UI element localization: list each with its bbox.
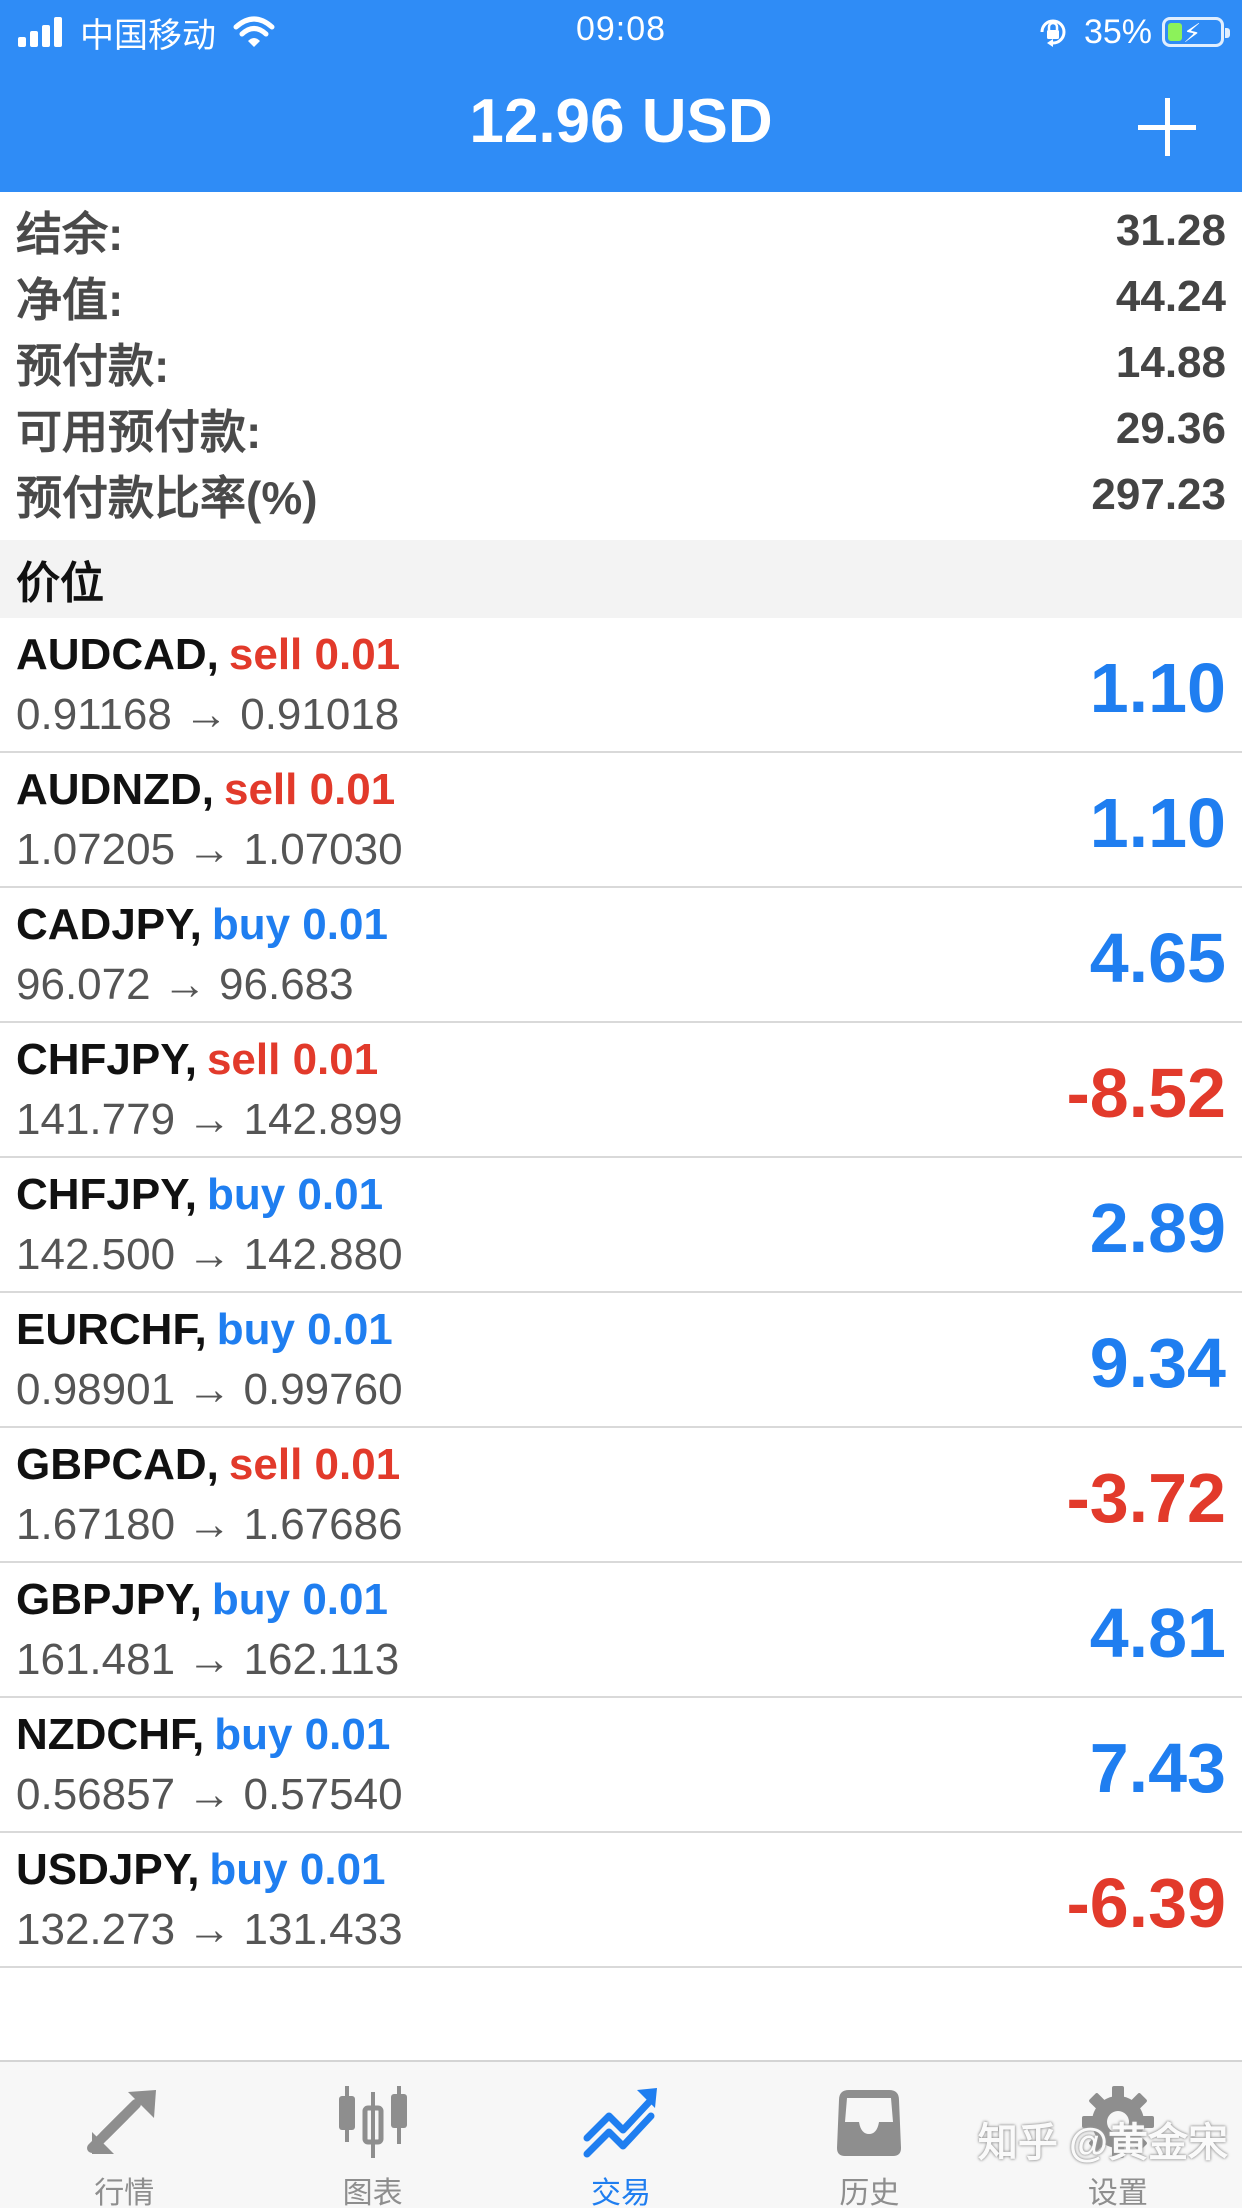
position-prices: 141.779 → 142.899	[16, 1095, 403, 1144]
position-row[interactable]: AUDNZD, sell 0.01 1.07205 → 1.07030 1.10	[0, 753, 1242, 888]
tab-quotes[interactable]: 行情	[0, 2062, 248, 2208]
position-prices: 161.481 → 162.113	[16, 1635, 400, 1684]
position-side: buy 0.01	[211, 1575, 388, 1624]
position-row[interactable]: GBPJPY, buy 0.01 161.481 → 162.113 4.81	[0, 1563, 1242, 1698]
position-prices: 142.500 → 142.880	[16, 1230, 403, 1279]
position-symbol: GBPCAD,	[16, 1440, 219, 1489]
position-profit: 2.89	[1089, 1189, 1226, 1267]
quotes-arrows-icon	[87, 2090, 157, 2154]
position-side: sell 0.01	[228, 630, 401, 679]
watermark-text: 知乎 @黄金宋	[977, 2121, 1228, 2165]
position-symbol: AUDCAD,	[16, 630, 219, 679]
battery-fill	[1168, 23, 1182, 41]
summary-row: 可用预付款: 29.36	[0, 396, 1242, 462]
position-side: sell 0.01	[228, 1440, 401, 1489]
summary-row: 净值: 44.24	[0, 264, 1242, 330]
position-prices: 0.98901 → 0.99760	[16, 1365, 403, 1414]
position-row[interactable]: CHFJPY, buy 0.01 142.500 → 142.880 2.89	[0, 1158, 1242, 1293]
position-prices: 1.67180 → 1.67686	[16, 1500, 403, 1549]
position-row[interactable]: GBPCAD, sell 0.01 1.67180 → 1.67686 -3.72	[0, 1428, 1242, 1563]
position-row[interactable]: NZDCHF, buy 0.01 0.56857 → 0.57540 7.43	[0, 1698, 1242, 1833]
summary-value: 297.23	[1091, 470, 1226, 519]
positions-list: AUDCAD, sell 0.01 0.91168 → 0.91018 1.10 …	[0, 618, 1242, 1968]
position-profit: 1.10	[1089, 649, 1226, 727]
tab-history[interactable]: 历史	[745, 2062, 993, 2208]
position-symbol: NZDCHF,	[16, 1710, 205, 1759]
position-prices: 0.56857 → 0.57540	[16, 1770, 403, 1819]
summary-row: 结余: 31.28	[0, 198, 1242, 264]
position-symbol: CHFJPY,	[16, 1035, 197, 1084]
position-row[interactable]: CADJPY, buy 0.01 96.072 → 96.683 4.65	[0, 888, 1242, 1023]
position-side: sell 0.01	[223, 765, 396, 814]
tab-label: 行情	[94, 2177, 155, 2208]
position-symbol: AUDNZD,	[16, 765, 214, 814]
position-side: sell 0.01	[206, 1035, 379, 1084]
header: 中国移动 09:08 35% ⚡ 12.96 USD	[0, 0, 1242, 192]
position-row[interactable]: USDJPY, buy 0.01 132.273 → 131.433 -6.39	[0, 1833, 1242, 1968]
summary-label: 净值:	[16, 274, 124, 326]
position-symbol: EURCHF,	[16, 1305, 207, 1354]
summary-label: 可用预付款:	[16, 406, 262, 458]
position-prices: 1.07205 → 1.07030	[16, 825, 403, 874]
position-row[interactable]: EURCHF, buy 0.01 0.98901 → 0.99760 9.34	[0, 1293, 1242, 1428]
position-side: buy 0.01	[209, 1845, 386, 1894]
position-profit: -8.52	[1066, 1054, 1226, 1132]
summary-value: 29.36	[1115, 404, 1226, 453]
position-side: buy 0.01	[214, 1710, 391, 1759]
tab-label: 交易	[591, 2177, 652, 2208]
position-profit: -3.72	[1066, 1459, 1226, 1537]
summary-row: 预付款: 14.88	[0, 330, 1242, 396]
section-header-positions: 价位	[0, 540, 1242, 618]
position-side: buy 0.01	[211, 900, 388, 949]
trade-screen: 中国移动 09:08 35% ⚡ 12.96 USD 结余: 31.28 净值:…	[0, 0, 1242, 2208]
tab-label: 设置	[1087, 2177, 1148, 2208]
position-profit: 4.65	[1089, 919, 1226, 997]
position-side: buy 0.01	[216, 1305, 393, 1354]
position-profit: 1.10	[1089, 784, 1226, 862]
tab-charts[interactable]: 图表	[248, 2062, 496, 2208]
position-symbol: CHFJPY,	[16, 1170, 197, 1219]
position-symbol: CADJPY,	[16, 900, 202, 949]
position-symbol: USDJPY,	[16, 1845, 200, 1894]
tab-trade[interactable]: 交易	[497, 2062, 745, 2208]
battery-percent: 35%	[1083, 12, 1152, 51]
summary-label: 预付款:	[16, 340, 170, 392]
position-profit: 9.34	[1089, 1324, 1226, 1402]
status-bar: 中国移动 09:08 35% ⚡	[0, 0, 1242, 62]
status-right: 35% ⚡	[1036, 10, 1230, 54]
account-summary: 结余: 31.28 净值: 44.24 预付款: 14.88 可用预付款: 29…	[0, 198, 1242, 528]
tab-label: 历史	[839, 2177, 900, 2208]
candlestick-chart-icon	[338, 2086, 407, 2158]
summary-value: 44.24	[1115, 272, 1226, 321]
summary-label: 结余:	[16, 208, 124, 260]
summary-label: 预付款比率(%)	[16, 472, 318, 524]
position-prices: 0.91168 → 0.91018	[16, 690, 400, 739]
summary-row: 预付款比率(%) 297.23	[0, 462, 1242, 528]
position-symbol: GBPJPY,	[16, 1575, 202, 1624]
position-profit: -6.39	[1066, 1864, 1226, 1942]
charging-bolt-icon: ⚡	[1183, 18, 1202, 48]
position-profit: 7.43	[1089, 1729, 1226, 1807]
position-profit: 4.81	[1089, 1594, 1226, 1672]
position-prices: 132.273 → 131.433	[16, 1905, 403, 1954]
trade-trend-icon	[583, 2088, 658, 2158]
position-row[interactable]: AUDCAD, sell 0.01 0.91168 → 0.91018 1.10	[0, 618, 1242, 753]
summary-value: 31.28	[1115, 206, 1226, 255]
history-inbox-icon	[837, 2090, 902, 2156]
page-title: 12.96 USD	[469, 87, 773, 156]
position-side: buy 0.01	[206, 1170, 384, 1219]
tab-label: 图表	[342, 2177, 403, 2208]
battery-icon: ⚡	[1162, 17, 1230, 48]
position-row[interactable]: CHFJPY, sell 0.01 141.779 → 142.899 -8.52	[0, 1023, 1242, 1158]
summary-value: 14.88	[1115, 338, 1226, 387]
add-order-button[interactable]	[1138, 98, 1196, 156]
rotation-lock-icon	[1040, 19, 1066, 47]
position-prices: 96.072 → 96.683	[16, 960, 354, 1009]
